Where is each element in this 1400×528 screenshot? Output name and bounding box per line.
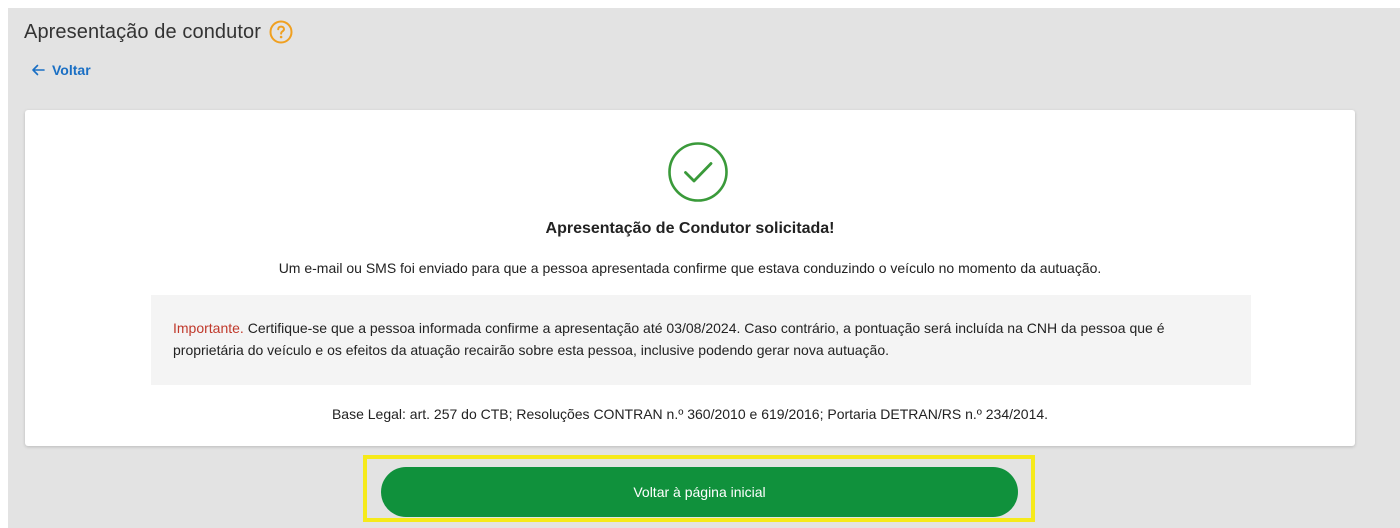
arrow-left-icon: [32, 64, 45, 76]
page-background: Apresentação de condutor Voltar Apresent…: [8, 8, 1400, 528]
back-link-label: Voltar: [52, 62, 91, 78]
notice-text: Certifique-se que a pessoa informada con…: [173, 320, 1165, 358]
page-header: Apresentação de condutor: [24, 20, 293, 44]
confirmation-card: Apresentação de Condutor solicitada! Um …: [25, 110, 1355, 446]
home-button[interactable]: Voltar à página inicial: [381, 467, 1018, 517]
legal-basis: Base Legal: art. 257 do CTB; Resoluções …: [331, 406, 1049, 422]
important-notice: Importante. Certifique-se que a pessoa i…: [151, 295, 1251, 385]
success-message: Um e-mail ou SMS foi enviado para que a …: [278, 260, 1102, 276]
page-title: Apresentação de condutor: [24, 20, 262, 43]
success-title: Apresentação de Condutor solicitada!: [545, 220, 835, 237]
question-circle-icon[interactable]: [269, 20, 293, 44]
notice-label: Importante.: [173, 320, 244, 336]
back-link[interactable]: Voltar: [30, 62, 91, 78]
check-circle-icon: [668, 142, 728, 202]
